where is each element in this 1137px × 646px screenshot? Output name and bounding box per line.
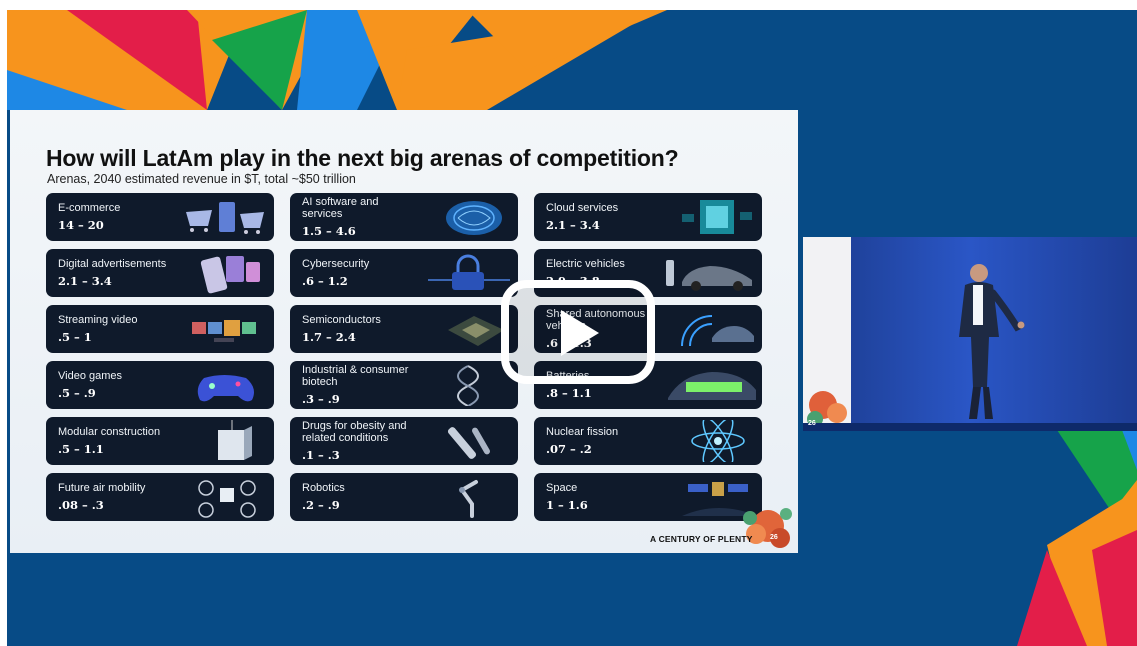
card-label: Cybersecurity (302, 258, 370, 270)
card-value: .1 – .3 (302, 448, 340, 462)
card-label: Cloud services (546, 202, 619, 214)
drone-icon (198, 480, 256, 518)
arena-card-ai-software: AI software and services 1.5 – 4.6 (290, 193, 518, 241)
card-label: Video games (58, 370, 123, 382)
arena-card-streaming-video: Streaming video .5 – 1 (46, 305, 274, 353)
card-label: E-commerce (58, 202, 121, 214)
arena-card-nuclear-fission: Nuclear fission .07 – .2 (534, 417, 762, 465)
card-value: .07 – .2 (546, 442, 592, 456)
card-label: Digital advertisements (58, 258, 167, 270)
building-module-icon (218, 420, 252, 460)
arena-card-ecommerce: E-commerce 14 – 20 (46, 193, 274, 241)
card-label: Robotics (302, 482, 345, 494)
injection-pen-icon (447, 427, 490, 459)
card-value: 14 – 20 (58, 218, 104, 232)
arena-card-modular-construction: Modular construction .5 – 1.1 (46, 417, 274, 465)
presentation-slide: How will LatAm play in the next big aren… (10, 110, 798, 553)
car-icon (666, 260, 752, 291)
card-label: Modular construction (58, 426, 161, 438)
card-value: 2.1 – 3.4 (58, 274, 112, 288)
brand-label: A CENTURY OF PLENTY (650, 534, 753, 544)
video-frame[interactable]: How will LatAm play in the next big aren… (7, 10, 1137, 646)
card-label: Industrial & consumer biotech (302, 364, 409, 388)
ai-brain-icon (446, 201, 502, 235)
speaker-page-number: 26 (808, 420, 816, 427)
slide-subtitle: Arenas, 2040 estimated revenue in $T, to… (47, 172, 356, 186)
arena-card-video-games: Video games .5 – .9 (46, 361, 274, 409)
arena-card-obesity-drugs: Drugs for obesity and related conditions… (290, 417, 518, 465)
arena-card-robotics: Robotics .2 – .9 (290, 473, 518, 521)
card-label: Electric vehicles (546, 258, 625, 270)
card-label: Future air mobility (58, 482, 146, 494)
cloud-cube-icon (682, 200, 752, 234)
card-value: .08 – .3 (58, 498, 104, 512)
slide-title: How will LatAm play in the next big aren… (46, 145, 679, 171)
slide-page-number: 26 (770, 534, 778, 541)
card-value: .5 – .9 (58, 386, 96, 400)
arena-card-digital-ads: Digital advertisements 2.1 – 3.4 (46, 249, 274, 297)
play-icon[interactable] (499, 278, 657, 386)
card-value: 1.7 – 2.4 (302, 330, 356, 344)
card-value: .5 – 1.1 (58, 442, 104, 456)
battery-car-icon (668, 372, 756, 400)
arena-card-air-mobility: Future air mobility .08 – .3 (46, 473, 274, 521)
card-value: .8 – 1.1 (546, 386, 592, 400)
arena-card-biotech: Industrial & consumer biotech .3 – .9 (290, 361, 518, 409)
atom-icon (691, 420, 745, 462)
speaker-image (803, 237, 1137, 431)
gamepad-icon (197, 375, 254, 402)
card-label: Nuclear fission (546, 426, 619, 438)
card-label: Drugs for obesity and related conditions (302, 420, 407, 444)
card-label: Space (546, 482, 578, 494)
card-value: .2 – .9 (302, 498, 340, 512)
card-value: .3 – .9 (302, 392, 340, 406)
card-value: 1 – 1.6 (546, 498, 588, 512)
autonomous-car-icon (681, 315, 754, 347)
shopping-carts-icon (186, 202, 264, 234)
phone-ads-icon (200, 256, 260, 294)
arena-card-space: Space 1 – 1.6 (534, 473, 762, 521)
arena-card-cloud-services: Cloud services 2.1 – 3.4 (534, 193, 762, 241)
card-value: .5 – 1 (58, 330, 92, 344)
card-value: 1.5 – 4.6 (302, 224, 356, 238)
speaker-video-inset: 26 (803, 237, 1137, 431)
card-label: Streaming video (58, 314, 138, 326)
card-value: 2.1 – 3.4 (546, 218, 600, 232)
card-label: Semiconductors (302, 314, 381, 326)
arena-card-cybersecurity: Cybersecurity .6 – 1.2 (290, 249, 518, 297)
card-label: AI software and services (302, 196, 379, 220)
video-tiles-icon (192, 320, 256, 342)
flower-decoration-icon (743, 508, 792, 548)
card-value: .6 – 1.2 (302, 274, 348, 288)
robot-arm-icon (459, 480, 478, 518)
arena-card-semiconductors: Semiconductors 1.7 – 2.4 (290, 305, 518, 353)
